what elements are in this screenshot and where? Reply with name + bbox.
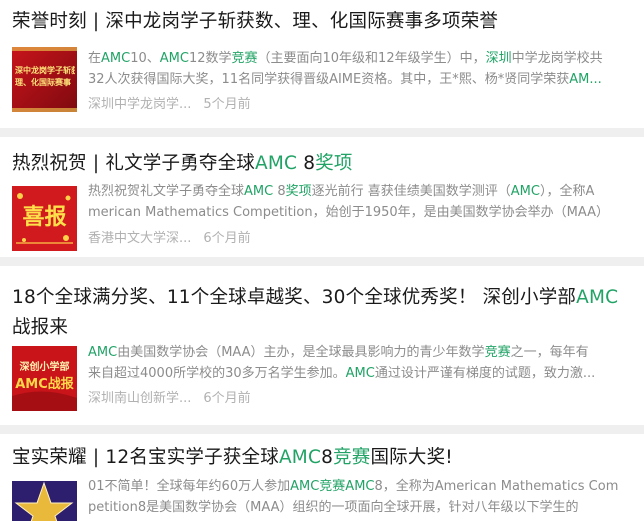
article-card[interactable]: 18个全球满分奖、11个全球卓越奖、30个全球优秀奖！ 深创小学部AMC战报来 … [0,266,644,425]
article-source[interactable]: 深圳南山创新学... [88,391,191,406]
text-segment: 18个全球满分奖、11个全球卓越奖、30个全球优秀奖！ 深创小学部 [12,287,577,308]
thumbnail-text: 深创小学部 [19,362,70,373]
keyword-highlight: 竞赛 [231,51,258,66]
keyword-highlight: AMC [255,153,298,174]
star-icon [12,481,77,521]
text-segment: 国际大奖! [370,447,453,468]
article-time: 5个月前 [203,97,251,112]
article-title[interactable]: 宝实荣耀 | 12名宝实学子获全球AMC8竞赛国际大奖! [12,443,634,473]
article-title[interactable]: 荣誉时刻 | 深中龙岗学子斩获数、理、化国际赛事多项荣誉 [12,7,634,37]
text-segment: 热烈祝贺礼文学子勇夺全球 [88,184,245,199]
text-segment: 宝实荣耀 | 12名宝实学子获全球 [12,447,279,468]
text-segment: 32人次获得国际大奖，11名同学获得晋级AIME资格。其中，王*熙、杨*贤同学荣… [88,71,570,87]
keyword-highlight: AMC [278,447,322,468]
keyword-highlight: AMC [88,345,118,360]
text-segment: ），全称A [539,184,595,199]
text-segment: 来自超过4000所学校的30多万名学生参加。 [88,365,346,381]
text-segment: 之一，每年有 [510,345,589,360]
text-segment: （主要面向10年级和12年级学生）中， [257,51,486,66]
text-segment: petition8是美国数学协会（MAA）组织的一项面向全球开展，针对八年级以下… [88,499,579,515]
text-segment: 01不简单！全球每年约60万人参加 [88,479,291,494]
article-source[interactable]: 香港中文大学深... [88,231,191,246]
article-time: 6个月前 [203,391,251,406]
text-segment: 荣誉时刻 | 深中龙岗学子斩获数、理、化国际赛事多项荣誉 [12,11,499,32]
article-card[interactable]: 荣誉时刻 | 深中龙岗学子斩获数、理、化国际赛事多项荣誉 深中龙岗学子斩获数、 … [0,0,644,128]
article-snippet: 01不简单！全球每年约60万人参加AMC竞赛AMC8，全称为American M… [88,477,630,518]
text-segment: 在 [88,51,102,66]
keyword-highlight: 奖项 [315,153,353,174]
text-segment: 8 [321,447,334,468]
text-segment: 8 [273,184,286,199]
article-title[interactable]: 热烈祝贺 | 礼文学子勇夺全球AMC 8奖项 [12,149,634,179]
text-segment: 热烈祝贺 | 礼文学子勇夺全球 [12,153,255,174]
article-snippet: 热烈祝贺礼文学子勇夺全球AMC 8奖项逐光前行 喜获佳绩美国数学测评（AMC），… [88,182,630,223]
text-segment: 通过设计严谨有梯度的试题，致力激... [374,365,596,381]
article-thumbnail[interactable] [12,481,77,521]
article-snippet: 在AMC10、AMC12数学竞赛（主要面向10年级和12年级学生）中，深圳中学龙… [88,49,630,90]
article-source[interactable]: 深圳中学龙岗学... [88,97,191,112]
keyword-highlight: AMC [345,479,375,494]
article-meta: 深圳南山创新学... 6个月前 [88,389,251,409]
text-segment: 10、 [130,51,160,66]
thumbnail-text: 喜报 [22,204,67,230]
text-segment: 由美国数学协会（MAA）主办，是全球最具影响力的青少年数学 [117,345,485,360]
article-thumbnail[interactable]: 深中龙岗学子斩获数、 理、化国际赛事 [12,47,77,112]
keyword-highlight: 竞赛 [319,479,346,494]
keyword-highlight: AMC [510,184,540,199]
text-segment: 12数学 [188,51,232,66]
keyword-highlight: 竞赛 [333,447,371,468]
keyword-highlight: AMC [244,184,274,199]
thumbnail-text: 理、化国际赛事 [15,78,71,87]
text-segment: 中学龙岗学校共 [511,51,603,66]
article-card[interactable]: 热烈祝贺 | 礼文学子勇夺全球AMC 8奖项 喜报 热烈祝贺礼文学子勇夺全球AM… [0,137,644,257]
text-segment: 8 [297,153,316,174]
keyword-highlight: AM... [569,71,602,87]
keyword-highlight: AMC [159,51,189,66]
text-segment: 8，全称为American Mathematics Com [374,479,619,494]
article-thumbnail[interactable]: 深创小学部 AMC战报 [12,346,77,411]
keyword-highlight: AMC [101,51,131,66]
thumbnail-text: AMC战报 [15,377,74,392]
keyword-highlight: 深圳 [485,51,512,66]
article-time: 6个月前 [203,231,251,246]
keyword-highlight: 奖项 [285,184,312,199]
text-segment: merican Mathematics Competition，始创于1950年… [88,204,610,220]
article-meta: 深圳中学龙岗学... 5个月前 [88,95,251,115]
keyword-highlight: AMC [345,365,375,381]
article-thumbnail[interactable]: 喜报 [12,186,77,251]
article-snippet: AMC由美国数学协会（MAA）主办，是全球最具影响力的青少年数学竞赛之一，每年有… [88,343,630,384]
keyword-highlight: AMC [290,479,320,494]
article-card[interactable]: 宝实荣耀 | 12名宝实学子获全球AMC8竞赛国际大奖! 01不简单！全球每年约… [0,434,644,521]
thumbnail-text: 深中龙岗学子斩获数、 [15,66,75,75]
text-segment: 逐光前行 喜获佳绩美国数学测评（ [311,184,511,199]
article-meta: 香港中文大学深... 6个月前 [88,229,251,249]
text-segment: 战报来 [12,317,69,338]
keyword-highlight: AMC [576,287,619,308]
keyword-highlight: 竞赛 [484,345,511,360]
